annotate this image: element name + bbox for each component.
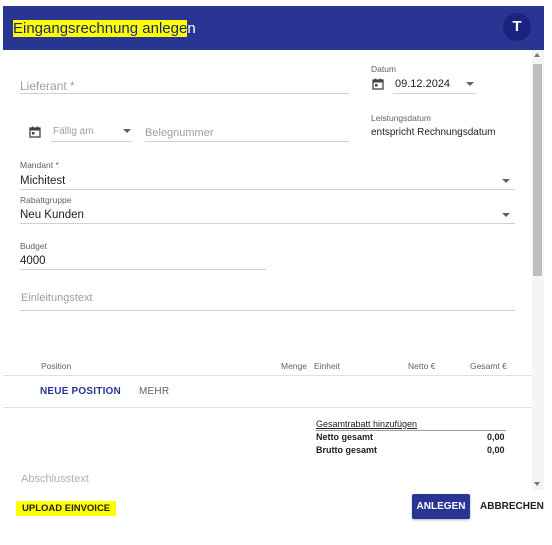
dialog-header: Eingangsrechnung anlegen T xyxy=(3,6,544,50)
table-footer-divider xyxy=(3,407,532,408)
document-number-underline xyxy=(145,141,349,142)
summary-divider xyxy=(316,430,506,431)
date-value[interactable]: 09.12.2024 xyxy=(395,78,450,90)
column-header-unit: Einheit xyxy=(314,361,340,371)
dialog-title-highlighted: Eingangsrechnung anlege xyxy=(13,20,188,37)
net-total-value: 0,00 xyxy=(487,432,505,442)
client-label: Mandant * xyxy=(20,160,59,170)
scroll-down-icon[interactable] xyxy=(534,482,540,486)
gross-total-value: 0,00 xyxy=(487,445,505,455)
budget-underline xyxy=(20,269,266,270)
create-button[interactable]: ANLEGEN xyxy=(412,494,470,519)
caret-down-icon[interactable] xyxy=(502,179,510,183)
calendar-icon[interactable] xyxy=(29,126,41,138)
discount-group-underline xyxy=(20,223,515,224)
supplier-input-underline xyxy=(20,93,349,94)
new-position-button[interactable]: NEUE POSITION xyxy=(40,386,121,397)
budget-input[interactable]: 4000 xyxy=(20,255,46,267)
intro-text-underline xyxy=(20,310,515,311)
budget-label: Budget xyxy=(20,241,47,251)
date-underline xyxy=(393,93,476,94)
cancel-button[interactable]: ABBRECHEN xyxy=(480,501,544,512)
caret-down-icon[interactable] xyxy=(466,82,474,86)
client-underline xyxy=(20,189,515,190)
scrollbar-thumb[interactable] xyxy=(533,64,542,276)
column-header-net: Netto € xyxy=(408,361,436,371)
column-header-position: Position xyxy=(41,361,72,371)
due-date-input[interactable]: Fällig am xyxy=(53,126,94,137)
upload-einvoice-button[interactable]: UPLOAD EINVOICE xyxy=(16,501,117,516)
service-date-label: Leistungsdatum xyxy=(371,113,432,123)
client-select[interactable]: Michitest xyxy=(20,175,65,187)
caret-down-icon[interactable] xyxy=(502,213,510,217)
discount-group-select[interactable]: Neu Kunden xyxy=(20,209,84,221)
dialog-title-rest: n xyxy=(187,20,196,37)
calendar-icon[interactable] xyxy=(372,78,384,90)
supplier-input[interactable]: Lieferant * xyxy=(20,79,75,93)
table-header-divider xyxy=(3,375,532,376)
more-button[interactable]: MEHR xyxy=(139,386,169,397)
intro-text-input[interactable]: Einleitungstext xyxy=(21,292,93,304)
gross-total-label: Brutto gesamt xyxy=(316,445,378,455)
discount-group-label: Rabattgruppe xyxy=(20,195,72,205)
dialog-title: Eingangsrechnung anlegen xyxy=(13,20,196,37)
due-date-underline xyxy=(51,141,132,142)
date-label: Datum xyxy=(371,64,397,74)
caret-down-icon[interactable] xyxy=(123,129,131,133)
document-number-input[interactable]: Belegnummer xyxy=(145,127,213,139)
closing-text-input[interactable]: Abschlusstext xyxy=(21,473,89,485)
column-header-total: Gesamt € xyxy=(470,361,507,371)
scroll-up-icon[interactable] xyxy=(534,53,540,57)
column-header-quantity: Menge xyxy=(281,361,307,371)
net-total-label: Netto gesamt xyxy=(316,432,374,442)
service-date-value: entspricht Rechnungsdatum xyxy=(371,127,496,138)
add-total-discount-link[interactable]: Gesamtrabatt hinzufügen xyxy=(316,419,417,429)
avatar[interactable]: T xyxy=(503,13,531,41)
